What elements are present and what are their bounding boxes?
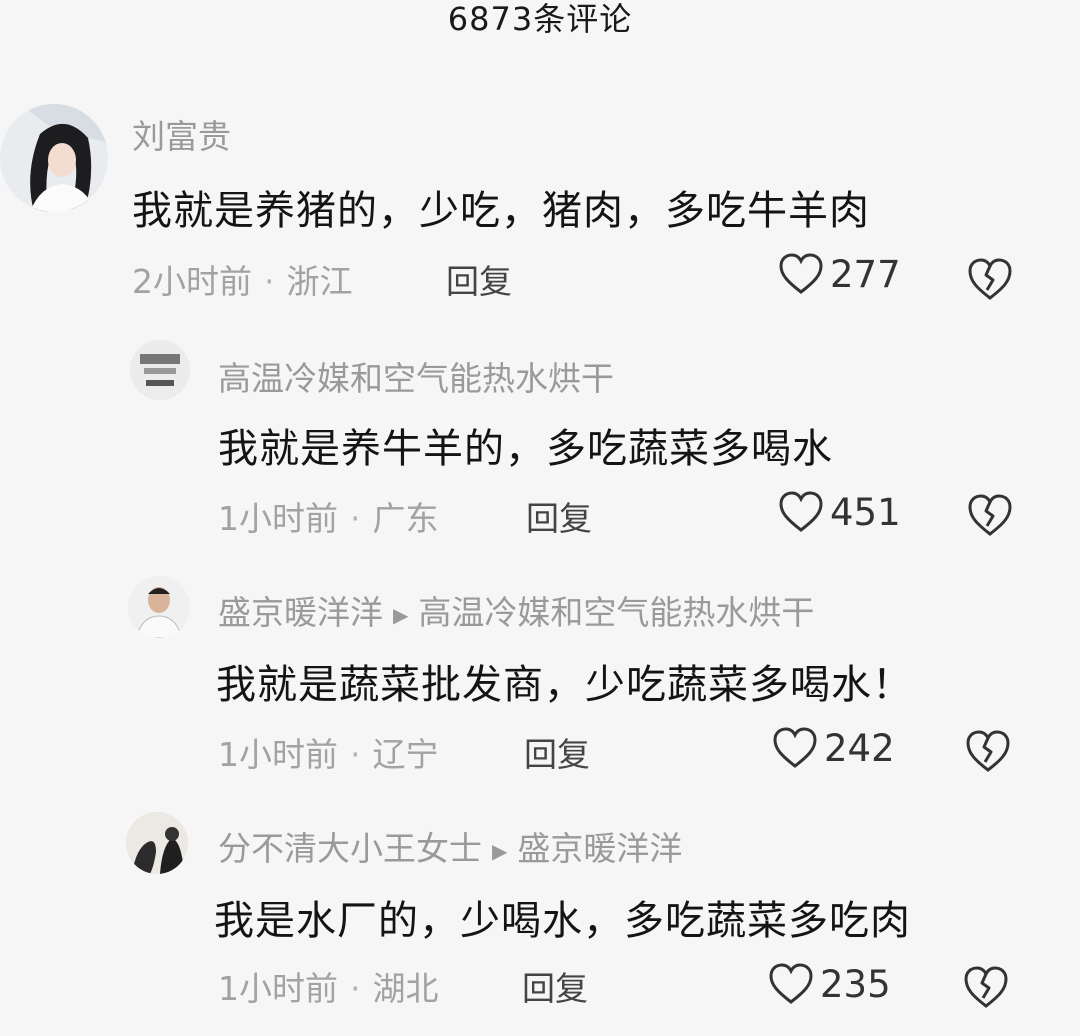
like-count: 277 [830, 252, 901, 296]
comment-text: 我就是养牛羊的，多吃蔬菜多喝水 [218, 426, 833, 472]
like-count: 451 [830, 490, 901, 534]
broken-heart-icon [966, 730, 1010, 772]
reply-button[interactable]: 回复 [522, 962, 588, 1010]
comment-meta: 1小时前 · 湖北 [218, 962, 439, 1010]
heart-outline-icon [779, 253, 823, 294]
dislike-button[interactable] [966, 256, 1014, 306]
reply-to-username[interactable]: 高温冷媒和空气能热水烘干 [418, 593, 814, 632]
comment-time: 1小时前 [218, 735, 338, 774]
broken-heart-icon [968, 494, 1012, 536]
dislike-button[interactable] [966, 492, 1014, 542]
like-button[interactable]: 451 [778, 490, 901, 534]
comment-location: 浙江 [286, 262, 353, 301]
like-button[interactable]: 235 [768, 962, 891, 1006]
like-button[interactable]: 277 [778, 252, 901, 296]
reply-button[interactable]: 回复 [526, 492, 592, 540]
avatar[interactable] [128, 576, 190, 638]
comment-text: 我是水厂的，少喝水，多吃蔬菜多吃肉 [214, 898, 911, 944]
comment-time: 1小时前 [218, 499, 338, 538]
like-count: 235 [820, 962, 891, 1006]
like-button[interactable]: 242 [772, 726, 895, 770]
reply-button[interactable]: 回复 [524, 728, 590, 776]
dislike-button[interactable] [964, 728, 1012, 778]
heart-outline-icon [773, 727, 817, 768]
dislike-button[interactable] [962, 964, 1010, 1014]
comment-username[interactable]: 分不清大小王女士 [218, 829, 482, 868]
comment-location: 湖北 [372, 969, 439, 1008]
heart-outline-icon [769, 963, 813, 1004]
separator-dot: · [264, 262, 275, 301]
separator-dot: · [350, 969, 361, 1008]
comment-text: 我就是养猪的，少吃，猪肉，多吃牛羊肉 [132, 188, 870, 234]
separator-dot: · [350, 499, 361, 538]
broken-heart-icon [964, 966, 1008, 1008]
triangle-right-icon: ▶ [393, 602, 409, 627]
like-count: 242 [824, 726, 895, 770]
reply-to-username[interactable]: 盛京暖洋洋 [517, 829, 682, 868]
triangle-right-icon: ▶ [492, 838, 508, 863]
comment-location: 辽宁 [372, 735, 439, 774]
avatar[interactable] [126, 812, 188, 874]
comment-meta: 2小时前 · 浙江 [132, 255, 353, 303]
comment-username[interactable]: 高温冷媒和空气能热水烘干 [218, 352, 614, 400]
comment-time: 1小时前 [218, 969, 338, 1008]
comments-count-title: 6873条评论 [447, 0, 633, 38]
comment-username-line: 盛京暖洋洋 ▶ 高温冷媒和空气能热水烘干 [218, 586, 814, 634]
comment-username[interactable]: 盛京暖洋洋 [218, 593, 383, 632]
comment-time: 2小时前 [132, 262, 252, 301]
comment-username-line: 分不清大小王女士 ▶ 盛京暖洋洋 [218, 822, 682, 870]
comment-username[interactable]: 刘富贵 [132, 110, 231, 158]
heart-outline-icon [779, 491, 823, 532]
avatar[interactable] [130, 340, 190, 400]
comment-location: 广东 [372, 499, 439, 538]
avatar[interactable] [0, 104, 108, 212]
comment-text: 我就是蔬菜批发商，少吃蔬菜多喝水！ [216, 662, 913, 708]
comment-meta: 1小时前 · 辽宁 [218, 728, 439, 776]
separator-dot: · [350, 735, 361, 774]
reply-button[interactable]: 回复 [446, 255, 512, 303]
comment-meta: 1小时前 · 广东 [218, 492, 439, 540]
broken-heart-icon [968, 258, 1012, 300]
